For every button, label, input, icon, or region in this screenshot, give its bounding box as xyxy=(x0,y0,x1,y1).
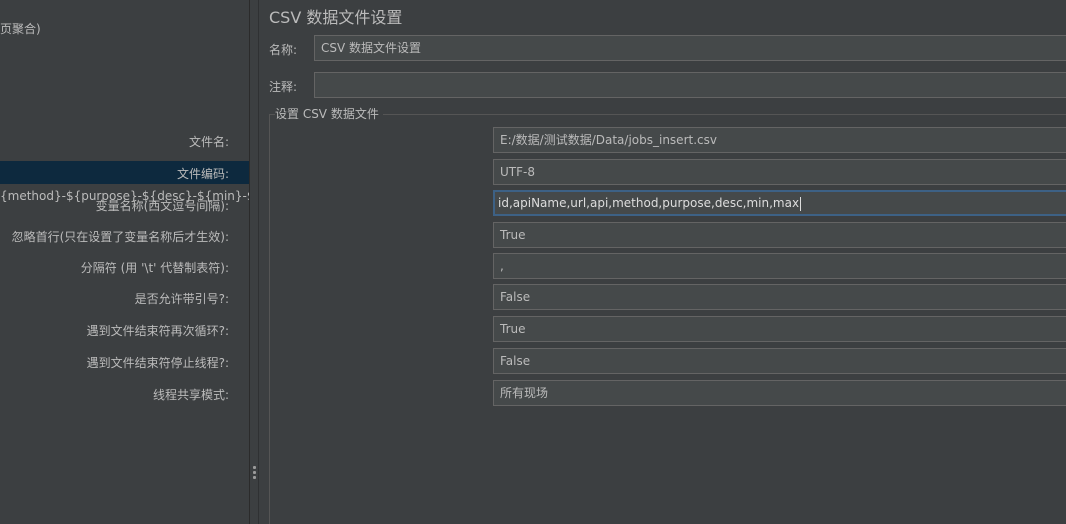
comment-field[interactable] xyxy=(314,72,1066,98)
panel-title: CSV 数据文件设置 xyxy=(269,8,403,27)
encoding-label: 文件编码: xyxy=(176,167,229,181)
group-border-left xyxy=(269,114,270,524)
allow-quoted-field[interactable]: False xyxy=(493,284,1066,310)
sharing-mode-label: 线程共享模式: xyxy=(152,388,229,402)
allow-quoted-label: 是否允许带引号?: xyxy=(134,292,229,306)
sharing-mode-field[interactable]: 所有现场 xyxy=(493,380,1066,406)
comment-label: 注释: xyxy=(269,80,298,94)
group-title: 设置 CSV 数据文件 xyxy=(275,105,383,122)
name-label: 名称: xyxy=(269,43,298,57)
ignore-first-line-label: 忽略首行(只在设置了变量名称后才生效): xyxy=(11,230,229,244)
split-pane-divider[interactable] xyxy=(249,0,259,524)
stop-thread-eof-label: 遇到文件结束符停止线程?: xyxy=(86,356,229,370)
variable-names-field[interactable]: id,apiName,url,api,method,purpose,desc,m… xyxy=(493,190,1066,216)
delimiter-field[interactable]: , xyxy=(493,253,1066,279)
variable-names-value: id,apiName,url,api,method,purpose,desc,m… xyxy=(498,196,800,210)
ignore-first-line-field[interactable]: True xyxy=(493,222,1066,248)
variable-names-label: 变量名称(西文逗号间隔): xyxy=(95,199,229,213)
filename-field[interactable]: E:/数据/测试数据/Data/jobs_insert.csv xyxy=(493,127,1066,153)
drag-handle-icon[interactable] xyxy=(253,466,256,480)
group-border-top xyxy=(269,114,1066,115)
recycle-eof-label: 遇到文件结束符再次循环?: xyxy=(86,324,229,338)
encoding-field[interactable]: UTF-8 xyxy=(493,159,1066,185)
filename-label: 文件名: xyxy=(188,135,229,149)
csv-config-panel: CSV 数据文件设置 名称: CSV 数据文件设置 注释: 设置 CSV 数据文… xyxy=(12,0,1066,524)
text-caret xyxy=(800,196,802,211)
name-field[interactable]: CSV 数据文件设置 xyxy=(314,35,1066,61)
delimiter-label: 分隔符 (用 '\t' 代替制表符): xyxy=(80,261,229,275)
recycle-eof-field[interactable]: True xyxy=(493,316,1066,342)
stop-thread-eof-field[interactable]: False xyxy=(493,348,1066,374)
tree-item-aggregate[interactable]: 页聚合) xyxy=(0,18,41,40)
